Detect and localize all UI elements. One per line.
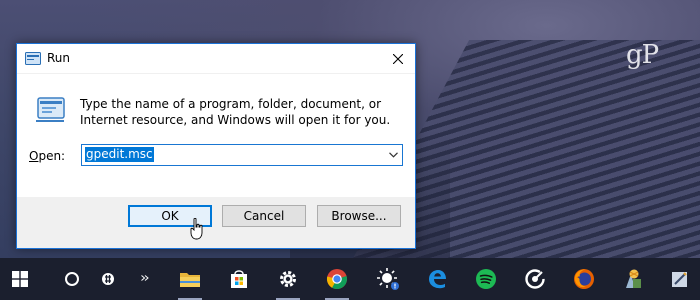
firefox-icon <box>574 269 594 289</box>
spotify-icon <box>476 269 496 289</box>
chevron-down-icon <box>388 152 398 158</box>
combo-dropdown-button[interactable] <box>384 145 402 165</box>
close-icon <box>393 53 403 64</box>
windows-start-icon <box>12 271 28 287</box>
watermark-logo: gP <box>626 40 659 70</box>
taskbar-chrome[interactable] <box>317 258 357 300</box>
taskbar <box>0 258 700 300</box>
cancel-button[interactable]: Cancel <box>222 205 306 227</box>
taskbar-misc-app[interactable] <box>613 258 653 300</box>
notes-app-icon <box>672 272 687 287</box>
taskbar-spotify[interactable] <box>466 258 506 300</box>
start-button[interactable] <box>0 258 40 300</box>
taskbar-file-explorer[interactable] <box>170 258 210 300</box>
misc-app-icon <box>626 269 641 288</box>
open-label-rest: pen: <box>38 149 66 163</box>
taskbar-settings[interactable] <box>268 258 308 300</box>
dialog-button-bar: OK Cancel Browse... <box>17 197 415 248</box>
mouse-cursor-icon <box>190 218 203 240</box>
run-dialog: Run Type the name of a program, folder, … <box>16 43 416 249</box>
settings-gear-icon <box>280 271 296 287</box>
command-combobox[interactable]: gpedit.msc <box>81 144 403 166</box>
taskbar-firefox[interactable] <box>564 258 604 300</box>
dialog-title: Run <box>47 51 71 65</box>
overflow-chevron-icon <box>141 275 149 281</box>
brightness-icon <box>377 268 399 290</box>
overflow-button[interactable] <box>133 258 157 300</box>
file-explorer-icon <box>180 273 200 287</box>
chrome-icon <box>326 269 347 290</box>
taskbar-edge[interactable] <box>417 258 457 300</box>
run-program-icon <box>36 97 65 122</box>
run-app-icon <box>25 52 41 65</box>
close-button[interactable] <box>381 44 415 73</box>
task-view-icon <box>102 273 114 285</box>
command-input[interactable]: gpedit.msc <box>85 147 154 162</box>
taskbar-notes[interactable] <box>660 258 700 300</box>
cortana-icon <box>65 272 79 286</box>
dialog-content: Type the name of a program, folder, docu… <box>17 74 415 197</box>
cortana-button[interactable] <box>52 258 92 300</box>
taskbar-brightness[interactable] <box>368 258 408 300</box>
dialog-description: Type the name of a program, folder, docu… <box>80 97 391 127</box>
taskbar-store[interactable] <box>219 258 259 300</box>
taskbar-groove[interactable] <box>515 258 555 300</box>
task-view-button[interactable] <box>88 258 128 300</box>
store-icon <box>231 270 247 288</box>
edge-icon <box>429 270 446 289</box>
groove-music-icon <box>525 269 545 289</box>
browse-button[interactable]: Browse... <box>317 205 401 227</box>
open-label: Open: <box>29 149 65 163</box>
dialog-titlebar[interactable]: Run <box>17 44 415 73</box>
